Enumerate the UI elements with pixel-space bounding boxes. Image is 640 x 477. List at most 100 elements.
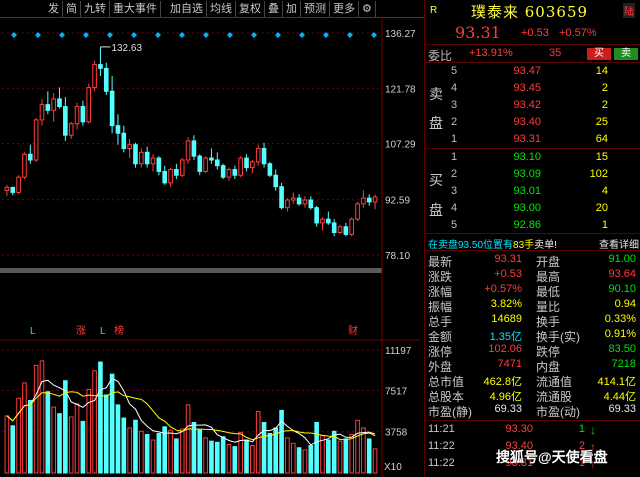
big-order-notice: 在卖盘93.50位置有83手卖单! bbox=[428, 236, 557, 251]
volume-bar bbox=[250, 445, 255, 474]
bids-vol: 20 bbox=[595, 202, 608, 214]
bids-vol: 102 bbox=[589, 168, 608, 180]
candle-body bbox=[220, 165, 226, 178]
toolbar-button-8[interactable]: 加 bbox=[283, 0, 301, 17]
toolbar-button-3[interactable]: 重大事件 bbox=[110, 0, 161, 17]
weibi-diff: 35 bbox=[549, 47, 562, 59]
event-marker: 财 bbox=[348, 324, 358, 337]
toolbar-button-6[interactable]: 复权 bbox=[236, 0, 265, 17]
volume-bar bbox=[174, 438, 179, 474]
volume-bar bbox=[80, 420, 86, 474]
volume-bar bbox=[279, 409, 284, 474]
kline-chart[interactable]: 136.27121.78107.2992.5978.10L 涨 L 榜财1119775… bbox=[0, 18, 420, 477]
volume-bar bbox=[22, 382, 27, 474]
volume-bar bbox=[57, 413, 62, 474]
toolbar-button-1[interactable]: 简 bbox=[63, 0, 81, 17]
candle-body bbox=[168, 169, 173, 184]
volume-bar bbox=[296, 447, 302, 474]
candle-body bbox=[191, 140, 197, 157]
volume-bar bbox=[308, 445, 314, 474]
volume-bar bbox=[10, 425, 16, 474]
candle-body bbox=[255, 148, 261, 163]
volume-bar bbox=[191, 421, 197, 474]
weibi-value: +13.91% bbox=[469, 47, 513, 59]
watermark: 搜狐号@天使看盘 bbox=[496, 449, 608, 465]
volume-bar bbox=[314, 421, 319, 474]
view-detail-link[interactable]: 查看详细 bbox=[599, 236, 639, 251]
stat-value: 0.94 bbox=[614, 298, 636, 310]
toolbar-button-10[interactable]: 更多 bbox=[330, 0, 359, 17]
volume-bar bbox=[144, 434, 150, 474]
volume-bar bbox=[326, 439, 331, 474]
toolbar-button-2[interactable]: 九转 bbox=[81, 0, 110, 17]
candle-body bbox=[232, 169, 238, 176]
volume-bar bbox=[203, 437, 208, 474]
candle-body bbox=[33, 119, 39, 161]
toolbar-button-4[interactable]: 加自选 bbox=[167, 0, 207, 17]
candle-body bbox=[320, 218, 325, 224]
volume-axis-label: 3758 bbox=[385, 428, 408, 439]
toolbar-button-0[interactable]: 发 bbox=[0, 0, 63, 17]
price-axis-label: 107.29 bbox=[385, 140, 416, 151]
price-axis-label: 121.78 bbox=[385, 84, 416, 95]
volume-bar bbox=[63, 380, 68, 474]
event-marker: 榜 bbox=[114, 324, 124, 337]
candle-body bbox=[279, 186, 284, 209]
sell-button[interactable]: 卖 bbox=[614, 48, 638, 60]
stat-value: 93.64 bbox=[608, 268, 636, 280]
candle-body bbox=[39, 104, 45, 121]
buy-button[interactable]: 买 bbox=[587, 48, 611, 60]
candle-body bbox=[27, 153, 33, 161]
stat-value: 4.44亿 bbox=[603, 391, 636, 403]
candle-body bbox=[285, 199, 290, 209]
volume-bar bbox=[343, 438, 349, 474]
candle-body bbox=[296, 197, 302, 205]
candle-body bbox=[92, 64, 97, 88]
toolbar-button-9[interactable]: 预测 bbox=[301, 0, 330, 17]
current-price: 93.31 bbox=[455, 23, 501, 42]
buy-side-label-2: 盘 bbox=[429, 202, 443, 218]
candle-body bbox=[238, 157, 243, 176]
event-diamond-icon bbox=[155, 32, 161, 38]
candle-body bbox=[144, 151, 150, 165]
candle-body bbox=[115, 125, 121, 134]
candle-body bbox=[127, 144, 132, 150]
volume-bar bbox=[209, 440, 214, 474]
price-change-pct: +0.57% bbox=[559, 27, 597, 39]
candle-body bbox=[214, 159, 220, 167]
toolbar-button-7[interactable]: 叠 bbox=[265, 0, 283, 17]
event-diamond-icon bbox=[299, 32, 305, 38]
candle-body bbox=[361, 197, 366, 205]
candle-body bbox=[290, 197, 296, 201]
candle-body bbox=[273, 174, 279, 188]
stat-value: 0.33% bbox=[604, 313, 636, 325]
event-diamond-icon bbox=[251, 32, 257, 38]
candle-body bbox=[343, 226, 349, 235]
stat-value: 91.00 bbox=[608, 253, 636, 265]
volume-bar bbox=[302, 449, 308, 474]
candle-body bbox=[267, 163, 273, 176]
sell-side-label-2: 盘 bbox=[429, 115, 443, 131]
candle-body bbox=[98, 64, 103, 69]
stat-value: 69.33 bbox=[608, 403, 636, 415]
candle-body bbox=[185, 140, 191, 161]
kline-chart-area[interactable]: 136.27 121.78 107.29 92.59 78.10 L 涨 L 榜财 11197 75… bbox=[0, 18, 420, 477]
candle-body bbox=[261, 148, 267, 165]
toolbar-button-5[interactable]: 均线 bbox=[207, 0, 236, 17]
volume-bar bbox=[372, 448, 378, 474]
volume-bar bbox=[267, 432, 273, 474]
candle-body bbox=[349, 218, 355, 235]
candle-body bbox=[174, 169, 179, 176]
toolbar-button-11[interactable]: ⚙ bbox=[359, 0, 376, 17]
candle-body bbox=[51, 98, 56, 111]
event-diamond-icon bbox=[371, 32, 377, 38]
tick-volume: 1 bbox=[578, 423, 585, 435]
event-marker: L bbox=[30, 326, 36, 337]
event-marker: L bbox=[100, 326, 106, 337]
candle-body bbox=[179, 159, 185, 176]
candle-body bbox=[150, 157, 156, 165]
volume-bar bbox=[179, 428, 185, 474]
stock-name-code: 璞泰来 603659 bbox=[471, 3, 589, 21]
volume-unit-label: X10 bbox=[384, 462, 402, 473]
volume-bar bbox=[127, 427, 132, 474]
